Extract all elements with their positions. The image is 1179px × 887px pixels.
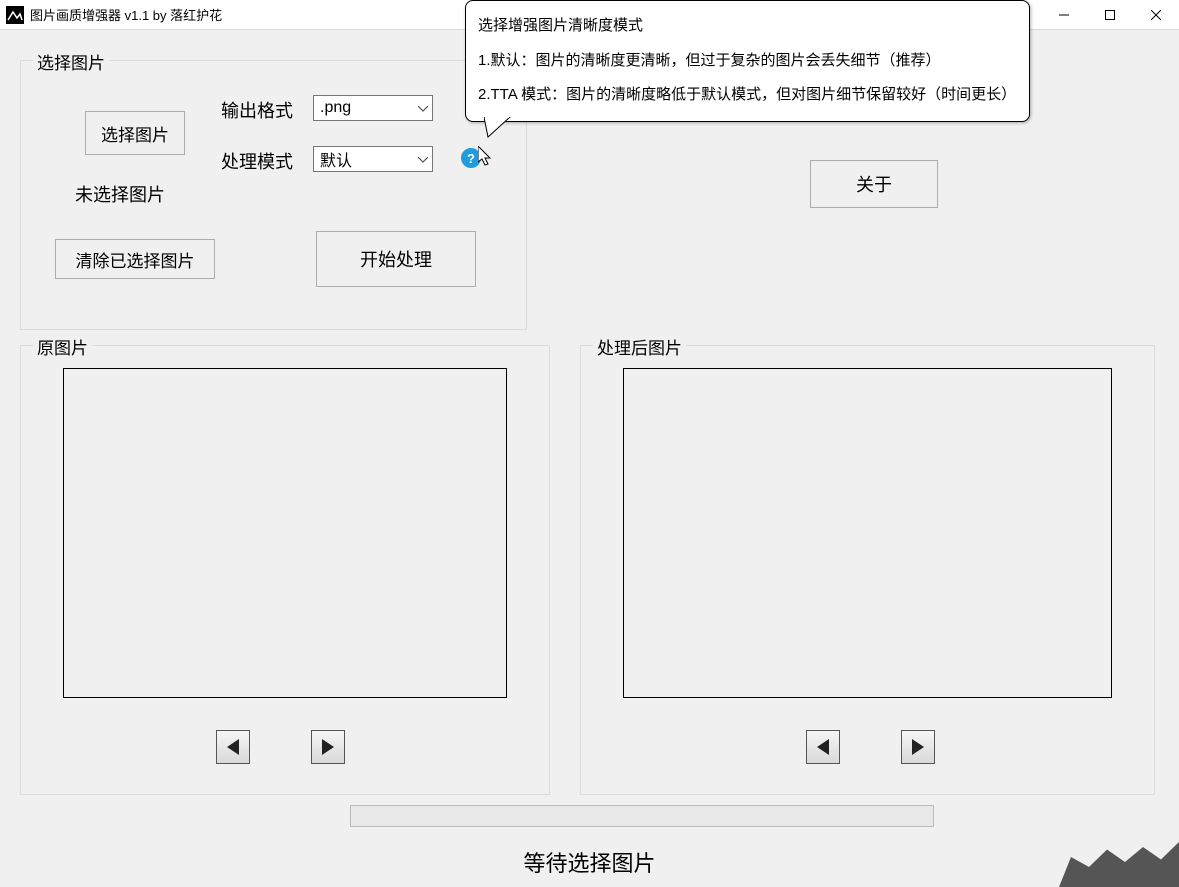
choose-image-button[interactable]: 选择图片 [85,111,185,155]
close-button[interactable] [1133,0,1179,29]
clear-selection-label: 清除已选择图片 [76,247,195,272]
processing-mode-value: 默认 [320,147,352,171]
tooltip-tail-icon [484,117,514,139]
minimize-button[interactable] [1041,0,1087,29]
original-image-legend: 原图片 [33,334,92,359]
window-title: 图片画质增强器 v1.1 by 落红护花 [30,5,222,24]
chevron-down-icon [418,150,428,168]
original-image-group: 原图片 [20,345,550,795]
original-prev-button[interactable] [216,730,250,764]
original-image-preview [63,368,507,698]
clear-selection-button[interactable]: 清除已选择图片 [55,239,215,279]
mode-help-tooltip: 选择增强图片清晰度模式 1.默认：图片的清晰度更清晰，但过于复杂的图片会丢失细节… [465,0,1030,122]
tooltip-line3: 2.TTA 模式：图片的清晰度略低于默认模式，但对图片细节保留较好（时间更长） [478,78,1017,113]
processing-mode-label: 处理模式 [221,148,293,174]
original-next-button[interactable] [311,730,345,764]
help-icon-glyph: ? [467,151,475,166]
arrow-left-icon [817,739,829,755]
choose-image-label: 选择图片 [101,121,169,146]
maximize-button[interactable] [1087,0,1133,29]
progress-bar [350,805,934,827]
select-image-group: 选择图片 选择图片 未选择图片 清除已选择图片 输出格式 .png 处理模式 默… [20,60,527,330]
start-processing-label: 开始处理 [360,246,432,272]
processed-image-preview [623,368,1112,698]
about-button-label: 关于 [856,171,892,197]
chevron-down-icon [418,99,428,117]
select-image-legend: 选择图片 [33,49,109,74]
arrow-right-icon [912,739,924,755]
tooltip-line2: 1.默认：图片的清晰度更清晰，但过于复杂的图片会丢失细节（推荐） [478,44,1017,79]
status-text: 等待选择图片 [523,846,655,878]
processed-prev-button[interactable] [806,730,840,764]
arrow-left-icon [227,739,239,755]
about-button[interactable]: 关于 [810,160,938,208]
client-area: 选择图片 选择图片 未选择图片 清除已选择图片 输出格式 .png 处理模式 默… [0,30,1179,887]
help-icon[interactable]: ? [461,148,481,168]
processing-mode-select[interactable]: 默认 [313,146,433,172]
processed-image-legend: 处理后图片 [593,334,686,359]
output-format-select[interactable]: .png [313,95,433,121]
status-bar: 等待选择图片 [0,837,1179,887]
start-processing-button[interactable]: 开始处理 [316,231,476,287]
processed-image-group: 处理后图片 [580,345,1155,795]
selection-status-text: 未选择图片 [75,181,165,207]
tooltip-line1: 选择增强图片清晰度模式 [478,9,1017,44]
arrow-right-icon [322,739,334,755]
output-format-label: 输出格式 [221,97,293,123]
processed-next-button[interactable] [901,730,935,764]
app-icon [6,6,24,24]
output-format-value: .png [320,99,351,117]
